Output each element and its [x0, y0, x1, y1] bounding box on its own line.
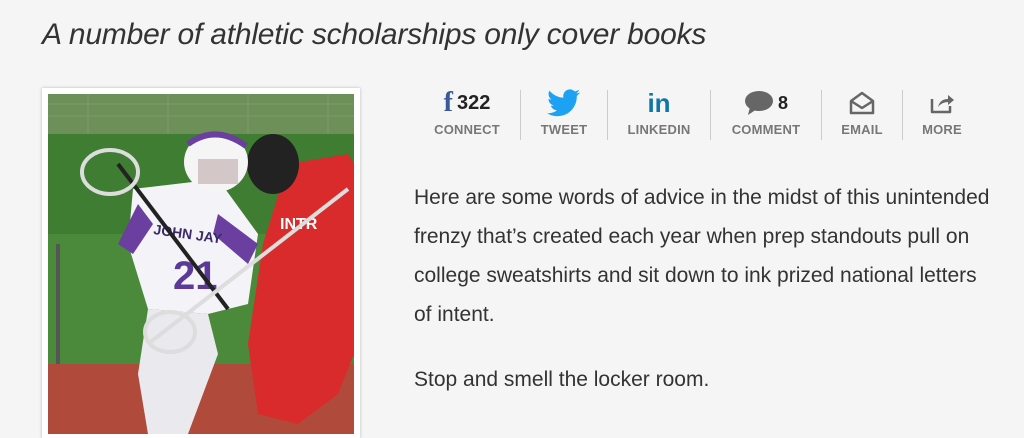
- facebook-connect-button[interactable]: f 322 CONNECT: [414, 88, 520, 140]
- article-paragraph: Stop and smell the locker room.: [414, 368, 710, 391]
- article-photo[interactable]: INTR JOHN JAY 21: [42, 88, 360, 438]
- share-bar: f 322 CONNECT TWEET in LINKEDIN 8 COMMEN…: [414, 88, 981, 140]
- linkedin-button[interactable]: in LINKEDIN: [608, 88, 710, 140]
- twitter-tweet-button[interactable]: TWEET: [521, 88, 607, 140]
- linkedin-icon: in: [647, 88, 671, 118]
- article-headline: A number of athletic scholarships only c…: [42, 18, 707, 51]
- article-body: Here are some words of advice in the mid…: [414, 178, 994, 425]
- more-share-button[interactable]: MORE: [903, 88, 981, 140]
- article-paragraph: Here are some words of advice in the mid…: [414, 186, 990, 326]
- email-button[interactable]: EMAIL: [822, 88, 902, 140]
- comment-label: COMMENT: [731, 122, 801, 137]
- facebook-share-count: 322: [456, 91, 491, 114]
- twitter-icon: [547, 89, 581, 117]
- twitter-label: TWEET: [540, 122, 588, 137]
- share-icon: [930, 95, 954, 114]
- facebook-icon: f: [443, 87, 453, 118]
- comment-button[interactable]: 8 COMMENT: [711, 88, 821, 140]
- comment-icon: [744, 91, 773, 115]
- email-icon: [849, 91, 875, 115]
- lacrosse-photo: INTR JOHN JAY 21: [48, 94, 354, 434]
- email-label: EMAIL: [841, 122, 883, 137]
- facebook-label: CONNECT: [434, 122, 500, 137]
- comment-count: 8: [777, 92, 788, 113]
- linkedin-label: LINKEDIN: [627, 122, 691, 137]
- jersey-number: 21: [173, 254, 218, 298]
- more-label: MORE: [922, 122, 962, 137]
